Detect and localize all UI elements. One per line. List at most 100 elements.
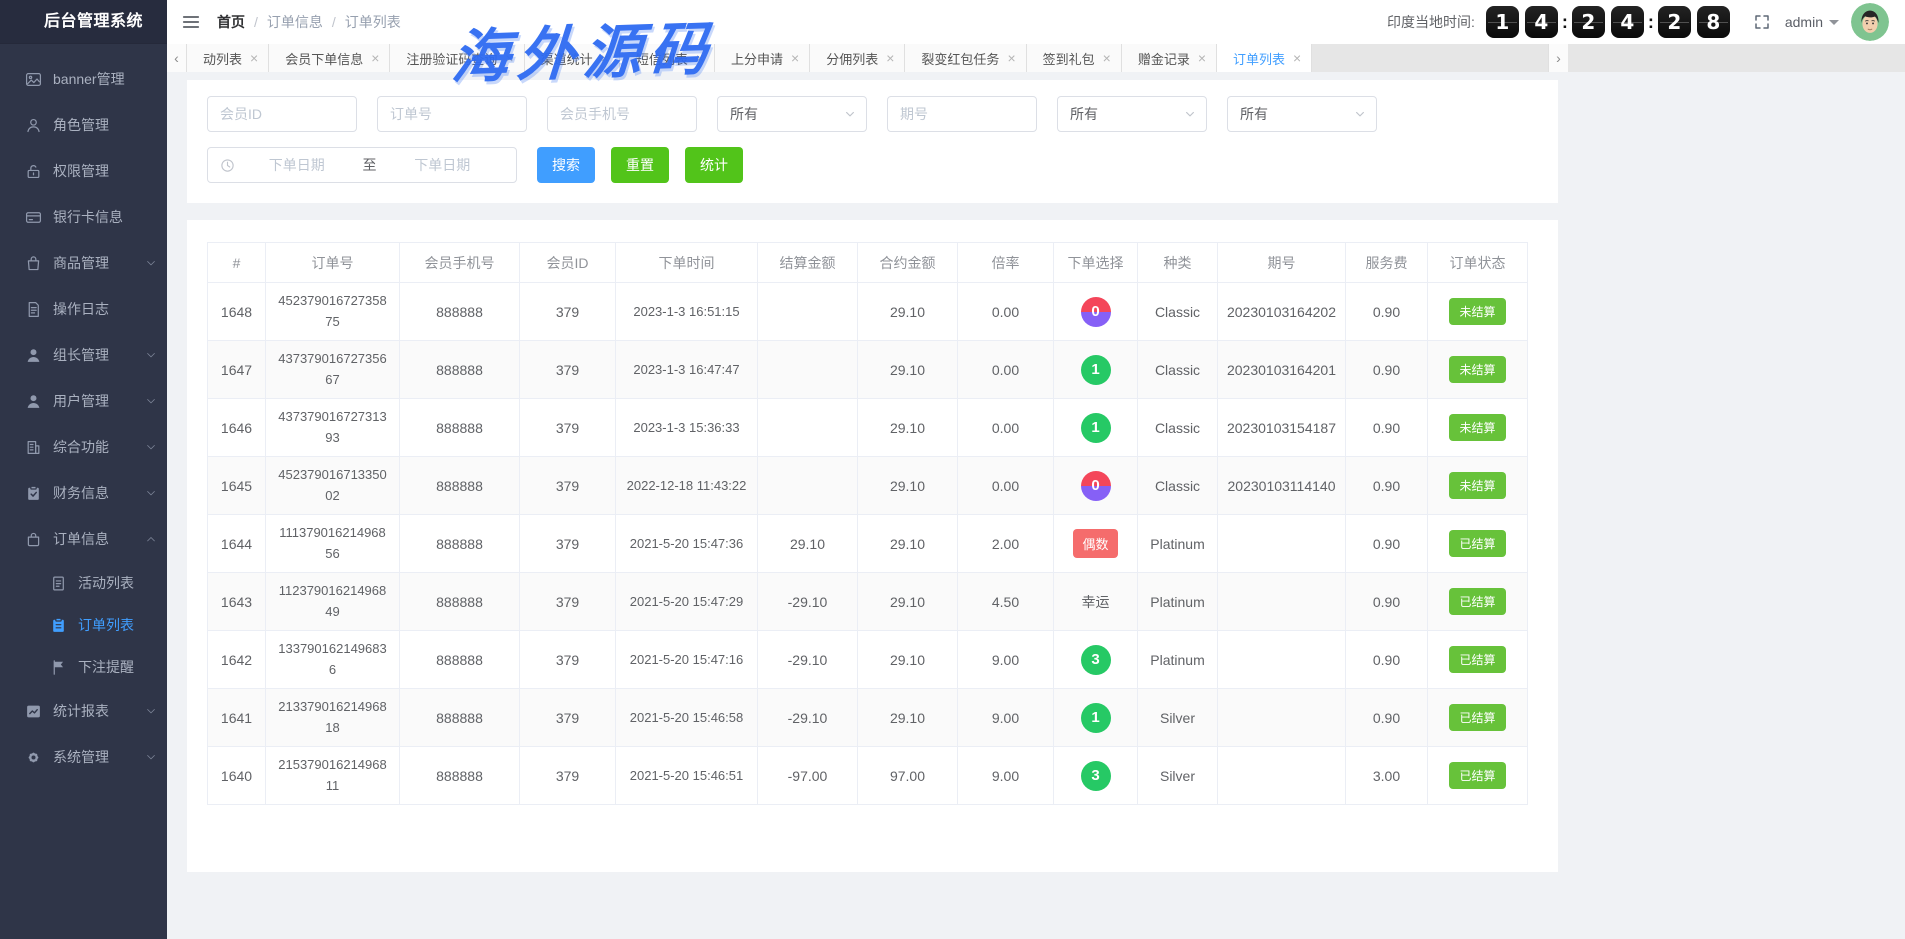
fullscreen-icon[interactable] <box>1753 13 1771 31</box>
chevron-up-icon <box>145 533 157 545</box>
date-range-picker[interactable]: 下单日期 至 下单日期 <box>207 147 517 183</box>
breadcrumb-order-info[interactable]: 订单信息 <box>267 12 323 32</box>
user-dropdown[interactable]: admin <box>1785 14 1839 30</box>
sidebar-item-goods[interactable]: 商品管理 <box>0 240 167 286</box>
order-no-input[interactable] <box>377 96 527 132</box>
cell-member-id: 379 <box>520 399 616 457</box>
cell-member-phone: 888888 <box>400 515 520 573</box>
cell-contract-amount: 97.00 <box>858 747 958 805</box>
sidebar-subitem-order-list[interactable]: 订单列表 <box>0 604 167 646</box>
tab-4[interactable]: 短信列表× <box>620 44 715 72</box>
tab-close-icon[interactable]: × <box>1293 51 1301 65</box>
cell-category: Silver <box>1138 747 1218 805</box>
user-outline-icon <box>25 117 42 134</box>
sidebar-item-banner[interactable]: banner管理 <box>0 56 167 102</box>
cell-index: 1644 <box>208 515 266 573</box>
tab-6[interactable]: 分佣列表× <box>810 44 905 72</box>
search-button[interactable]: 搜索 <box>537 147 595 183</box>
tabs-scroll-right-icon[interactable]: › <box>1548 44 1568 72</box>
sidebar-item-permission[interactable]: 权限管理 <box>0 148 167 194</box>
member-phone-input[interactable] <box>547 96 697 132</box>
cell-member-id: 379 <box>520 283 616 341</box>
table-body: 1648452379016727358758888883792023-1-3 1… <box>208 283 1528 805</box>
lock-icon <box>25 163 42 180</box>
tab-close-icon[interactable]: × <box>791 51 799 65</box>
filter-select-1[interactable]: 所有 <box>717 96 867 132</box>
tab-close-icon[interactable]: × <box>886 51 894 65</box>
breadcrumb-home[interactable]: 首页 <box>217 12 245 32</box>
status-badge: 未结算 <box>1449 298 1505 325</box>
sidebar-item-leader[interactable]: 组长管理 <box>0 332 167 378</box>
stats-button[interactable]: 统计 <box>685 147 743 183</box>
sidebar-item-stats[interactable]: 统计报表 <box>0 688 167 734</box>
cell-order-status: 已结算 <box>1428 573 1528 631</box>
chevron-down-icon <box>145 441 157 453</box>
tab-close-icon[interactable]: × <box>1007 51 1015 65</box>
main-area: 首页 / 订单信息 / 订单列表 印度当地时间: 14:24:28 admin <box>167 0 1905 939</box>
cell-service-fee: 3.00 <box>1346 747 1428 805</box>
shopping-bag-icon <box>25 255 42 272</box>
member-id-input[interactable] <box>207 96 357 132</box>
tab-10[interactable]: 订单列表× <box>1217 44 1312 72</box>
clock-icon <box>220 158 235 173</box>
reset-button[interactable]: 重置 <box>611 147 669 183</box>
tab-8[interactable]: 签到礼包× <box>1027 44 1122 72</box>
tab-close-icon[interactable]: × <box>371 51 379 65</box>
tab-bar: ‹ 动列表×会员下单信息×注册验证码查询×渠道统计×短信列表×上分申请×分佣列表… <box>167 44 1905 72</box>
filter-select-1-value: 所有 <box>730 104 758 124</box>
tab-close-icon[interactable]: × <box>1103 51 1111 65</box>
tab-label: 上分申请 <box>731 49 783 68</box>
sidebar-item-bank-card[interactable]: 银行卡信息 <box>0 194 167 240</box>
cell-issue-no: 20230103164201 <box>1218 341 1346 399</box>
sidebar-item-misc[interactable]: 综合功能 <box>0 424 167 470</box>
tab-close-icon[interactable]: × <box>1198 51 1206 65</box>
tab-close-icon[interactable]: × <box>696 51 704 65</box>
cell-category: Classic <box>1138 457 1218 515</box>
cell-rate: 0.00 <box>958 283 1054 341</box>
breadcrumb-separator: / <box>254 14 258 30</box>
cell-order-status: 未结算 <box>1428 399 1528 457</box>
tab-close-icon[interactable]: × <box>601 51 609 65</box>
sidebar-item-op-log[interactable]: 操作日志 <box>0 286 167 332</box>
chevron-down-icon <box>145 257 157 269</box>
tab-close-icon[interactable]: × <box>505 51 513 65</box>
tab-label: 注册验证码查询 <box>406 49 497 68</box>
sidebar-item-order-info[interactable]: 订单信息 <box>0 516 167 562</box>
tab-3[interactable]: 渠道统计× <box>525 44 620 72</box>
bet-choice-ball: 3 <box>1081 761 1111 791</box>
cell-service-fee: 0.90 <box>1346 573 1428 631</box>
avatar[interactable] <box>1851 3 1889 41</box>
tabs-scroll-left-icon[interactable]: ‹ <box>167 44 187 72</box>
column-header: 下单选择 <box>1054 243 1138 283</box>
tab-0[interactable]: 动列表× <box>187 44 269 72</box>
hamburger-menu-icon[interactable] <box>181 12 201 32</box>
clock-digit: 4 <box>1525 6 1558 38</box>
column-header: 结算金额 <box>758 243 858 283</box>
order-table: #订单号会员手机号会员ID下单时间结算金额合约金额倍率下单选择种类期号服务费订单… <box>207 242 1528 805</box>
chevron-down-icon <box>145 487 157 499</box>
flip-clock: 14:24:28 <box>1483 6 1733 38</box>
tab-1[interactable]: 会员下单信息× <box>269 44 390 72</box>
tab-label: 赠金记录 <box>1138 49 1190 68</box>
cell-order-no: 43737901672735667 <box>266 341 400 399</box>
tab-2[interactable]: 注册验证码查询 × <box>390 44 524 72</box>
sidebar-item-system[interactable]: 系统管理 <box>0 734 167 780</box>
cell-order-no: 45237901672735875 <box>266 283 400 341</box>
sidebar-item-role[interactable]: 角色管理 <box>0 102 167 148</box>
tab-close-icon[interactable]: × <box>250 51 258 65</box>
sidebar-subitem-bet-reminder[interactable]: 下注提醒 <box>0 646 167 688</box>
sidebar-item-finance[interactable]: 财务信息 <box>0 470 167 516</box>
document-icon <box>25 301 42 318</box>
clipboard-check-icon <box>25 485 42 502</box>
issue-no-input[interactable] <box>887 96 1037 132</box>
filter-select-2[interactable]: 所有 <box>1057 96 1207 132</box>
tab-7[interactable]: 裂变红包任务× <box>905 44 1026 72</box>
cell-contract-amount: 29.10 <box>858 457 958 515</box>
sidebar-item-user[interactable]: 用户管理 <box>0 378 167 424</box>
cell-order-time: 2023-1-3 15:36:33 <box>616 399 758 457</box>
tab-5[interactable]: 上分申请 × <box>715 44 810 72</box>
cell-order-status: 已结算 <box>1428 631 1528 689</box>
filter-select-3[interactable]: 所有 <box>1227 96 1377 132</box>
tab-9[interactable]: 赠金记录 × <box>1122 44 1217 72</box>
sidebar-subitem-activity-list[interactable]: 活动列表 <box>0 562 167 604</box>
